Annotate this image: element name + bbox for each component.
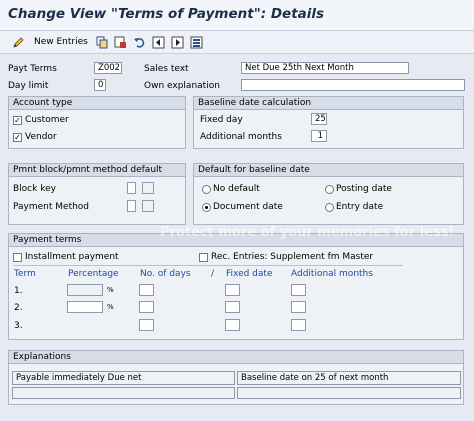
own-explanation-field[interactable] — [241, 79, 465, 91]
radio-document-date[interactable] — [202, 203, 211, 212]
own-explanation-label: Own explanation — [144, 81, 220, 91]
days-field[interactable] — [139, 284, 154, 296]
sales-text-field[interactable]: Net Due 25th Next Month — [241, 62, 409, 74]
additional-months-row-field[interactable] — [291, 319, 306, 331]
fixed-date-field[interactable] — [225, 301, 240, 313]
customer-label: Customer — [25, 115, 69, 125]
account-type-group: Account type ✓ Customer ✓ Vendor — [8, 96, 186, 149]
explanation-left-field: Payable immediately Due net — [12, 371, 235, 385]
payment-method-label: Payment Method — [13, 202, 90, 212]
rec-entries-label: Rec. Entries: Supplement fm Master — [211, 252, 374, 262]
term-row-label: 2. — [14, 303, 23, 313]
entry-date-label: Entry date — [336, 202, 384, 212]
payment-method-field[interactable] — [127, 200, 136, 212]
col-fixed-date: Fixed date — [226, 269, 273, 279]
title-bar: Change View "Terms of Payment": Details — [0, 0, 474, 31]
block-key-button[interactable] — [142, 182, 154, 194]
document-date-label: Document date — [213, 202, 283, 212]
new-entries-button[interactable]: New Entries — [34, 37, 88, 47]
explanation-right-empty — [237, 387, 461, 399]
radio-entry-date[interactable] — [325, 203, 334, 212]
default-baseline-group: Default for baseline date No default Pos… — [193, 163, 464, 225]
day-limit-label: Day limit — [8, 81, 49, 91]
vendor-checkbox[interactable]: ✓ — [13, 133, 22, 142]
no-default-label: No default — [213, 184, 260, 194]
explanations-group: Explanations Payable immediately Due net… — [8, 350, 464, 405]
days-field[interactable] — [139, 319, 154, 331]
pmnt-block-title: Pmnt block/pmnt method default — [9, 164, 185, 177]
payment-terms-title: Payment terms — [9, 234, 463, 247]
percent-unit: % — [107, 286, 114, 294]
days-field[interactable] — [139, 301, 154, 313]
prev-icon[interactable] — [152, 36, 165, 49]
baseline-calc-group: Baseline date calculation Fixed day 25 A… — [193, 96, 464, 149]
additional-months-field[interactable]: 1 — [311, 130, 327, 142]
additional-months-row-field[interactable] — [291, 301, 306, 313]
payment-terms-group: Payment terms Installment payment Rec. E… — [8, 233, 464, 340]
posting-date-label: Posting date — [336, 184, 392, 194]
radio-posting-date[interactable] — [325, 185, 334, 194]
pencil-icon[interactable] — [12, 36, 25, 49]
installment-label: Installment payment — [25, 252, 119, 262]
additional-months-label: Additional months — [200, 132, 282, 142]
delete-icon[interactable] — [114, 36, 127, 49]
explanation-right-field: Baseline date on 25 of next month — [237, 371, 461, 385]
installment-checkbox[interactable] — [13, 253, 22, 262]
col-no-of-days: No. of days — [140, 269, 191, 279]
payment-method-button[interactable] — [142, 200, 154, 212]
sales-text-label: Sales text — [144, 64, 189, 74]
explanations-title: Explanations — [9, 351, 463, 364]
col-percentage: Percentage — [68, 269, 119, 279]
vendor-label: Vendor — [25, 132, 57, 142]
block-key-field[interactable] — [127, 182, 136, 194]
fixed-date-field[interactable] — [225, 284, 240, 296]
account-type-title: Account type — [9, 97, 185, 110]
rec-entries-checkbox[interactable] — [199, 253, 208, 262]
fixed-day-field[interactable]: 25 — [311, 113, 327, 125]
col-slash: / — [211, 269, 215, 279]
additional-months-row-field[interactable] — [291, 284, 306, 296]
undo-icon[interactable] — [133, 36, 146, 49]
default-baseline-title: Default for baseline date — [194, 164, 463, 177]
copy-icon[interactable] — [96, 36, 109, 49]
percentage-field[interactable] — [67, 284, 103, 296]
explanation-left-empty — [12, 387, 235, 399]
select-icon[interactable] — [190, 36, 203, 49]
window-title: Change View "Terms of Payment": Details — [8, 6, 325, 22]
fixed-date-field[interactable] — [225, 319, 240, 331]
divider — [13, 265, 403, 266]
day-limit-field[interactable]: 0 — [94, 79, 106, 91]
radio-no-default[interactable] — [202, 185, 211, 194]
payt-terms-field[interactable]: Z002 — [94, 62, 122, 74]
baseline-calc-title: Baseline date calculation — [194, 97, 463, 110]
col-term: Term — [14, 269, 36, 279]
next-icon[interactable] — [171, 36, 184, 49]
block-key-label: Block key — [13, 184, 56, 194]
application-toolbar: New Entries — [0, 31, 474, 54]
col-additional-months: Additional months — [291, 269, 373, 279]
percent-unit: % — [107, 303, 114, 311]
payt-terms-label: Payt Terms — [8, 64, 57, 74]
term-row-label: 1. — [14, 286, 23, 296]
percentage-field[interactable] — [67, 301, 103, 313]
fixed-day-label: Fixed day — [200, 115, 243, 125]
customer-checkbox[interactable]: ✓ — [13, 116, 22, 125]
pmnt-block-group: Pmnt block/pmnt method default Block key… — [8, 163, 186, 225]
term-row-label: 3. — [14, 321, 23, 331]
